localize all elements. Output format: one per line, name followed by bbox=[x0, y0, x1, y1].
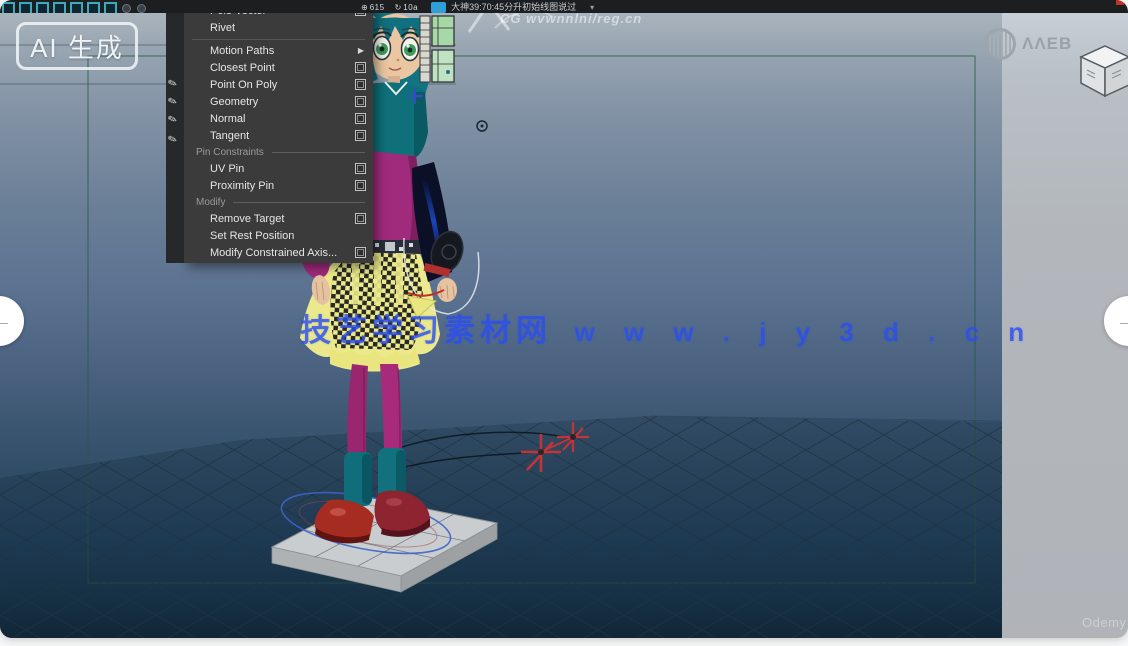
menu-item-motion-paths[interactable]: Motion Paths ▶ bbox=[184, 42, 373, 59]
tool-strip: ✎ ✎ ✎ ✎ ✎ bbox=[166, 0, 184, 263]
menu-item-remove-target[interactable]: Remove Target bbox=[184, 210, 373, 227]
menu-item-label: Motion Paths bbox=[210, 45, 274, 57]
brand-logo-text: ΛΛEB bbox=[1022, 34, 1072, 54]
menu-item-label: Remove Target bbox=[210, 213, 284, 225]
section-rule bbox=[233, 202, 365, 203]
shelf-icon[interactable] bbox=[104, 2, 117, 13]
menu-item-set-rest-position[interactable]: Set Rest Position bbox=[184, 227, 373, 244]
menu-section-modify: Modify bbox=[184, 194, 373, 210]
menu-section-label: Pin Constraints bbox=[196, 147, 264, 158]
option-box-icon[interactable] bbox=[355, 113, 366, 124]
menu-item-label: Tangent bbox=[210, 130, 249, 142]
refresh-icon[interactable]: ↻ bbox=[395, 3, 402, 13]
tab-favicon[interactable] bbox=[431, 2, 446, 13]
option-box-icon[interactable] bbox=[355, 79, 366, 90]
sculpt-tool-icon[interactable]: ✎ bbox=[166, 94, 179, 109]
shelf-icon[interactable] bbox=[36, 2, 49, 13]
submenu-arrow-icon: ▶ bbox=[358, 46, 364, 55]
globe-icon[interactable]: ⊕ bbox=[361, 3, 368, 13]
video-frame: ⊕ 615 ↻ 10a 大神39:70:45分升初始线图说过 ▾ bbox=[0, 0, 1128, 638]
cube-logo-icon bbox=[1078, 44, 1128, 100]
menu-item-tangent[interactable]: Tangent bbox=[184, 127, 373, 144]
brand-circle-logo bbox=[984, 28, 1016, 60]
menu-item-uv-pin[interactable]: UV Pin bbox=[184, 160, 373, 177]
menu-item-point-on-poly[interactable]: Point On Poly bbox=[184, 76, 373, 93]
option-box-icon[interactable] bbox=[355, 163, 366, 174]
ai-generated-label: AI 生成 bbox=[30, 28, 124, 65]
shelf-icon[interactable] bbox=[19, 2, 32, 13]
round-tool-icon[interactable] bbox=[137, 4, 146, 13]
cg-logo-text: CG wvwnnlni/reg.cn bbox=[500, 11, 642, 26]
menu-item-label: Modify Constrained Axis... bbox=[210, 247, 337, 259]
option-box-icon[interactable] bbox=[355, 130, 366, 141]
menu-item-closest-point[interactable]: Closest Point bbox=[184, 59, 373, 76]
menu-item-label: Geometry bbox=[210, 96, 258, 108]
option-box-icon[interactable] bbox=[355, 96, 366, 107]
shelf-icon[interactable] bbox=[53, 2, 66, 13]
option-box-icon[interactable] bbox=[355, 247, 366, 258]
brush-tool-icon[interactable]: ✎ bbox=[166, 76, 179, 91]
menu-item-label: Point On Poly bbox=[210, 79, 277, 91]
option-box-icon[interactable] bbox=[355, 180, 366, 191]
ai-generated-badge: AI 生成 bbox=[16, 22, 138, 70]
menu-item-label: Normal bbox=[210, 113, 245, 125]
menu-item-proximity-pin[interactable]: Proximity Pin bbox=[184, 177, 373, 194]
secondary-count: 10a bbox=[403, 2, 418, 13]
lasso-tool-icon[interactable]: ✎ bbox=[166, 132, 179, 147]
chevron-down-icon[interactable]: ▾ bbox=[590, 2, 594, 13]
constrain-menu-wrap: ✎ ✎ ✎ ✎ ✎ Pole Vector Rivet Motion Paths… bbox=[166, 0, 373, 263]
round-tool-icon[interactable] bbox=[122, 4, 131, 13]
corner-watermark: Odemy bbox=[1082, 615, 1126, 630]
shelf-icon[interactable] bbox=[87, 2, 100, 13]
shelf-icon[interactable] bbox=[70, 2, 83, 13]
constrain-menu: Pole Vector Rivet Motion Paths ▶ Closest… bbox=[184, 0, 373, 263]
arrow-left-icon: ← bbox=[0, 310, 12, 333]
record-indicator bbox=[1116, 0, 1124, 5]
shelf-icon[interactable] bbox=[2, 2, 15, 13]
arrow-right-icon: → bbox=[1116, 310, 1128, 333]
menu-item-label: Proximity Pin bbox=[210, 180, 274, 192]
section-rule bbox=[272, 152, 365, 153]
menu-item-rivet[interactable]: Rivet bbox=[184, 19, 373, 36]
menu-item-label: Closest Point bbox=[210, 62, 275, 74]
option-box-icon[interactable] bbox=[355, 213, 366, 224]
maya-viewport[interactable] bbox=[0, 13, 1002, 638]
menu-item-label: UV Pin bbox=[210, 163, 244, 175]
tab-title[interactable]: 大神39:70:45分升初始线图说过 bbox=[451, 1, 576, 13]
menu-section-pin-constraints: Pin Constraints bbox=[184, 144, 373, 160]
menu-item-geometry[interactable]: Geometry bbox=[184, 93, 373, 110]
menu-item-normal[interactable]: Normal bbox=[184, 110, 373, 127]
paint-tool-icon[interactable]: ✎ bbox=[166, 112, 179, 127]
view-count: 615 bbox=[370, 2, 385, 13]
menu-item-modify-constrained-axis[interactable]: Modify Constrained Axis... bbox=[184, 244, 373, 261]
option-box-icon[interactable] bbox=[355, 62, 366, 73]
top-toolbar: ⊕ 615 ↻ 10a 大神39:70:45分升初始线图说过 ▾ bbox=[0, 0, 1128, 13]
menu-item-label: Set Rest Position bbox=[210, 230, 294, 242]
menu-section-label: Modify bbox=[196, 197, 225, 208]
menu-item-label: Rivet bbox=[210, 22, 235, 34]
